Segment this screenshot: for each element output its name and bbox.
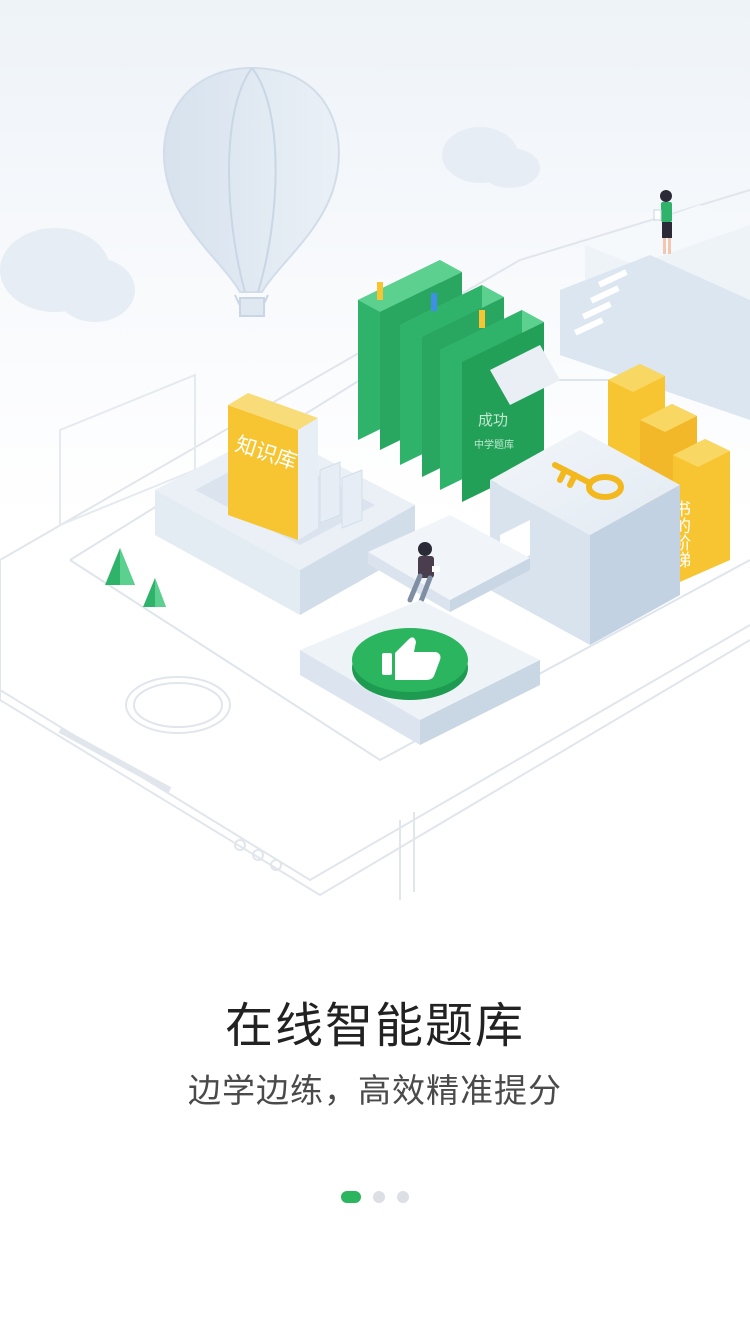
knowledge-book-icon: 知识库 (228, 393, 318, 540)
crystal-icon (105, 548, 166, 607)
onboarding-illustration: 知识库 成功 中学题库 (0, 66, 750, 900)
page-indicator (0, 1190, 750, 1204)
hot-air-balloon-icon (162, 66, 340, 317)
page-dot-3[interactable] (397, 1191, 409, 1203)
onboarding-screen[interactable]: 知识库 成功 中学题库 在线智能题库 边学边练，高效精准提分 (0, 0, 750, 1334)
green-book-label: 成功 (478, 411, 508, 429)
page-dot-1[interactable] (341, 1191, 361, 1203)
onboarding-subtitle: 边学边练，高效精准提分 (188, 1071, 562, 1110)
page-dot-2[interactable] (373, 1191, 385, 1203)
onboarding-title: 在线智能题库 (224, 998, 525, 1054)
green-book-sublabel: 中学题库 (474, 438, 514, 451)
